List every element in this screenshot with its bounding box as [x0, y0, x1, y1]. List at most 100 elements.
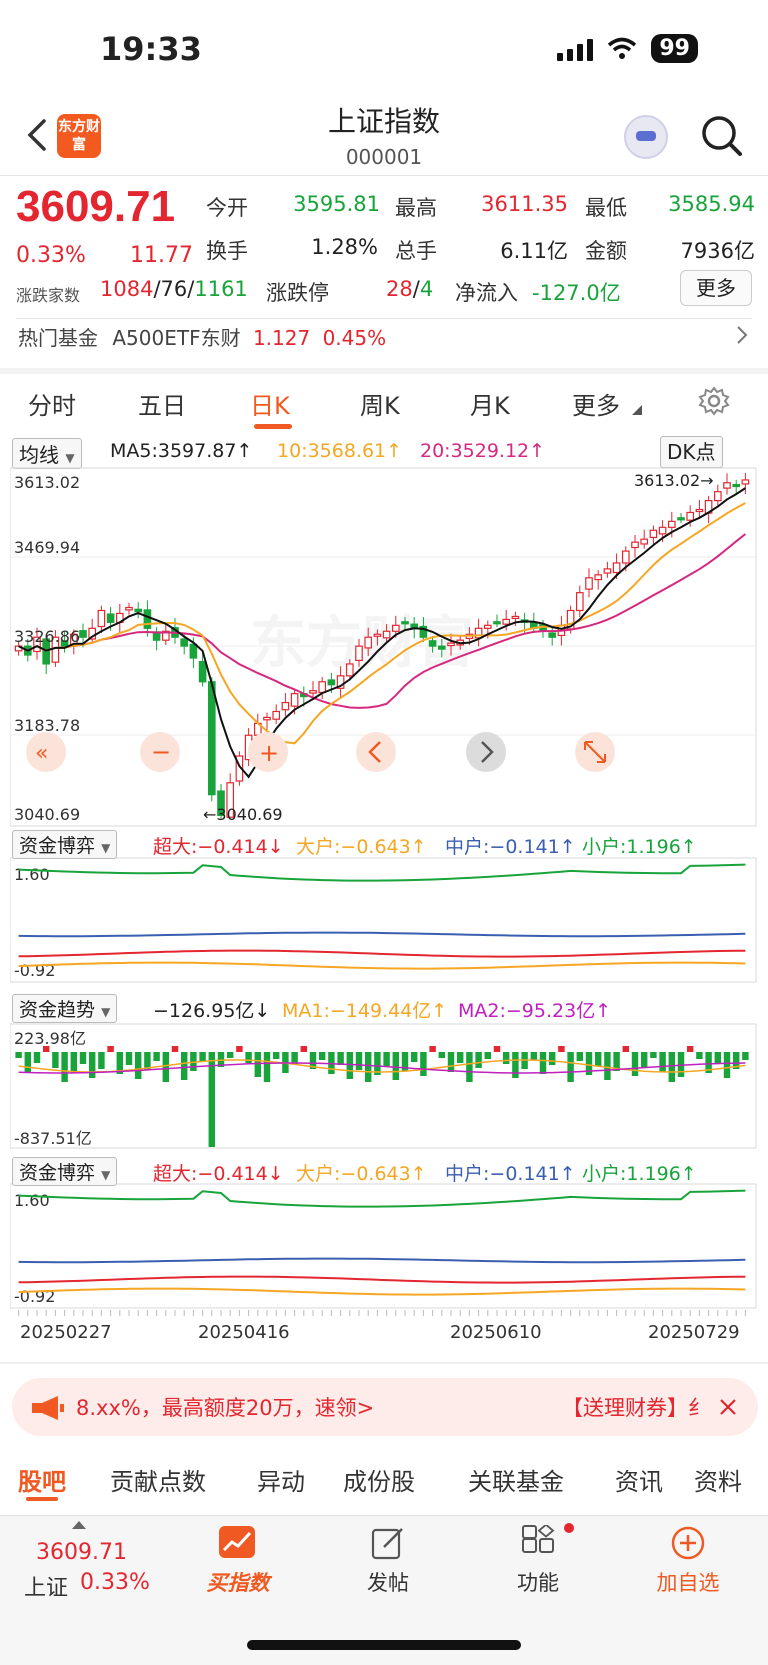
grid-apps-icon	[522, 1525, 555, 1553]
kline-chart[interactable]: 东方财富 3613.02 3469.94 3326.86 3183.78 304…	[10, 432, 758, 1342]
bottom-price: 3609.71	[36, 1540, 127, 1565]
flow2-bar	[52, 1052, 59, 1068]
active-tab-underline	[254, 424, 292, 429]
tab-constituents[interactable]: 成份股	[343, 1462, 415, 1497]
tab-contribution[interactable]: 贡献点数	[110, 1462, 206, 1497]
flow3-selector[interactable]: 资金博弈 ▼	[12, 1157, 118, 1186]
change-pct: 0.33%	[16, 243, 86, 268]
open-label: 今开	[206, 196, 248, 220]
flow2-bar	[15, 1052, 22, 1058]
candle-body	[511, 615, 520, 620]
flow2-selector[interactable]: 资金趋势 ▼	[12, 994, 118, 1023]
hot-fund-price: 1.127	[252, 326, 311, 350]
limit-label: 涨跌停	[266, 281, 329, 305]
post-button[interactable]: 发帖	[350, 1525, 426, 1605]
flow3-mid: 中户:−0.141↑	[445, 1163, 576, 1185]
notification-dot	[564, 1523, 574, 1533]
flow1-ytop: 1.60	[14, 865, 50, 884]
candle-body	[649, 529, 658, 539]
flow3-small: 小户:1.196↑	[582, 1163, 697, 1185]
flow2-bar	[254, 1052, 262, 1077]
candle-body	[143, 609, 152, 629]
tab-monthly-k[interactable]: 月K	[470, 386, 510, 421]
functions-button[interactable]: 功能	[500, 1523, 576, 1605]
divider	[0, 175, 768, 176]
tab-5day[interactable]: 五日	[138, 386, 186, 421]
candle-body	[290, 693, 299, 707]
candle-body	[723, 482, 731, 489]
hot-fund-pct: 0.45%	[322, 326, 387, 350]
flow1-selector[interactable]: 资金博弈 ▼	[12, 830, 118, 859]
add-watchlist-button[interactable]: 加自选	[650, 1525, 726, 1605]
flow2-bar	[33, 1052, 41, 1063]
tab-forum[interactable]: 股吧	[18, 1462, 66, 1497]
scroll-left-fast-button[interactable]: «	[26, 732, 66, 772]
change-value: 11.77	[130, 243, 193, 268]
fullscreen-button[interactable]	[575, 732, 615, 772]
candle-body	[401, 621, 409, 625]
up-count: 1084	[100, 277, 154, 301]
flow3-super: 超大:−0.414↓	[153, 1163, 284, 1185]
flow2-bar	[125, 1052, 133, 1065]
tab-news[interactable]: 资讯	[615, 1462, 663, 1497]
signal-icon	[557, 37, 594, 61]
index-price: 3609.71	[16, 182, 176, 231]
flow2-bar	[420, 1052, 427, 1076]
candle-body	[640, 538, 649, 545]
candle-body	[198, 660, 207, 683]
tab-weekly-k[interactable]: 周K	[360, 386, 400, 421]
promo-banner[interactable]: 8.xx%，最高额度20万，速领> 【送理财券】纟	[12, 1378, 758, 1436]
scroll-left-button[interactable]	[356, 732, 396, 772]
gear-icon[interactable]	[698, 385, 730, 417]
section-gap	[0, 368, 768, 374]
tab-more[interactable]: 更多	[572, 386, 620, 421]
status-time: 19:33	[100, 30, 202, 68]
megaphone-icon	[32, 1396, 64, 1420]
flow2-bar	[346, 1052, 354, 1079]
scroll-right-button[interactable]	[466, 732, 506, 772]
search-icon[interactable]	[698, 112, 746, 160]
zoom-in-button[interactable]: +	[248, 732, 288, 772]
tab-related-funds[interactable]: 关联基金	[468, 1462, 564, 1497]
candle-body	[594, 574, 603, 581]
candle-body	[603, 568, 612, 574]
add-circle-icon	[671, 1526, 705, 1560]
candle-body	[686, 511, 695, 521]
tab-movement[interactable]: 异动	[257, 1462, 305, 1497]
tab-daily-k[interactable]: 日K	[250, 386, 290, 421]
assistant-robot-icon[interactable]	[624, 115, 668, 159]
candle-body	[134, 608, 143, 613]
functions-label: 功能	[517, 1571, 559, 1595]
buy-index-label: 买指数	[206, 1571, 270, 1595]
flow2-bar	[79, 1052, 87, 1064]
flow2-bar	[640, 1052, 648, 1067]
candle-body	[373, 633, 382, 637]
hot-fund-row[interactable]: 热门基金 A500ETF东财 1.127 0.45%	[18, 322, 386, 351]
flow2-bar	[107, 1046, 114, 1052]
flow2-ma2: MA2:−95.23亿↑	[458, 1000, 612, 1022]
flow1-super: 超大:−0.414↓	[153, 836, 284, 858]
flow1-mid: 中户:−0.141↑	[445, 836, 576, 858]
buy-index-button[interactable]: 买指数	[200, 1525, 276, 1605]
home-indicator[interactable]	[247, 1640, 521, 1650]
x-date-2: 20250416	[198, 1322, 290, 1342]
more-button[interactable]: 更多	[680, 270, 752, 306]
flow2-bar	[539, 1052, 547, 1074]
zoom-out-button[interactable]: −	[140, 732, 180, 772]
candle-body	[189, 643, 198, 659]
caret-up-icon[interactable]	[72, 1519, 86, 1529]
updown-counts: 1084/76/1161	[100, 277, 248, 301]
tab-profile[interactable]: 资料	[694, 1462, 742, 1497]
candle-body	[447, 642, 455, 647]
close-icon[interactable]	[718, 1397, 738, 1417]
candle-body	[585, 577, 593, 590]
candle-body	[355, 645, 363, 661]
flow1-small: 小户:1.196↑	[582, 836, 697, 858]
flow2-bar	[410, 1052, 418, 1062]
flow2-bar	[466, 1052, 473, 1082]
tab-timeshare[interactable]: 分时	[28, 386, 76, 421]
candle-body	[345, 663, 354, 677]
flow2-bar	[742, 1052, 749, 1060]
flow2-bar	[484, 1052, 492, 1059]
flow2-bar	[300, 1046, 308, 1052]
